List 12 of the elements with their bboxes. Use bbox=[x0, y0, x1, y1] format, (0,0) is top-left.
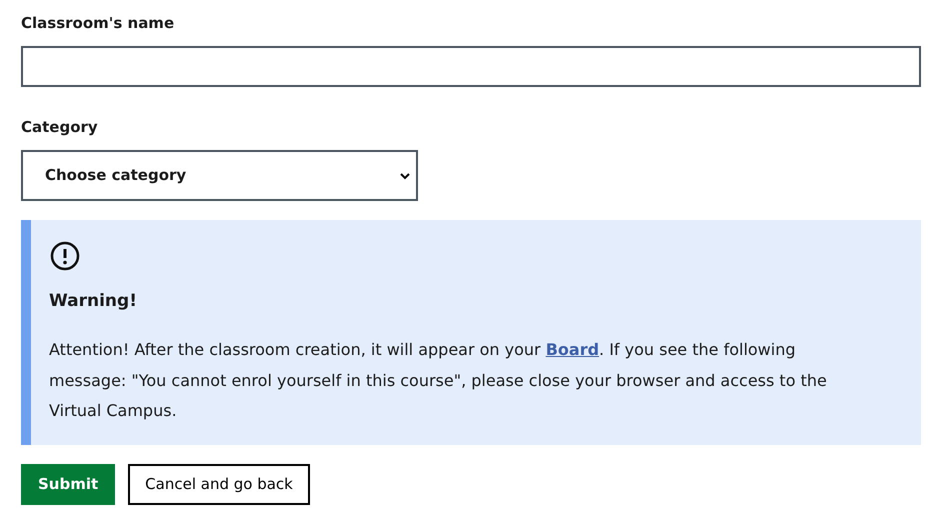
exclamation-circle-icon bbox=[49, 240, 81, 272]
select-value: Choose category bbox=[45, 165, 186, 186]
field-label: Classroom's name bbox=[21, 13, 176, 34]
chevron-down-icon bbox=[400, 172, 410, 180]
select-field[interactable]: Choose category bbox=[21, 150, 418, 201]
input-field[interactable] bbox=[21, 46, 921, 87]
cancel-button[interactable]: Cancel and go back bbox=[128, 464, 310, 505]
field-label: Category bbox=[21, 117, 99, 138]
alert-message: Attention! After the classroom creation, it will appear on your Board. If you see the following message: "You cannot enrol yourself in this course", please close your browser and access to the Virtual Campus. bbox=[49, 339, 828, 422]
submit-button[interactable]: Submit bbox=[21, 464, 116, 505]
alert-title: Warning! bbox=[49, 290, 138, 312]
board-link[interactable]: Board bbox=[546, 340, 600, 359]
